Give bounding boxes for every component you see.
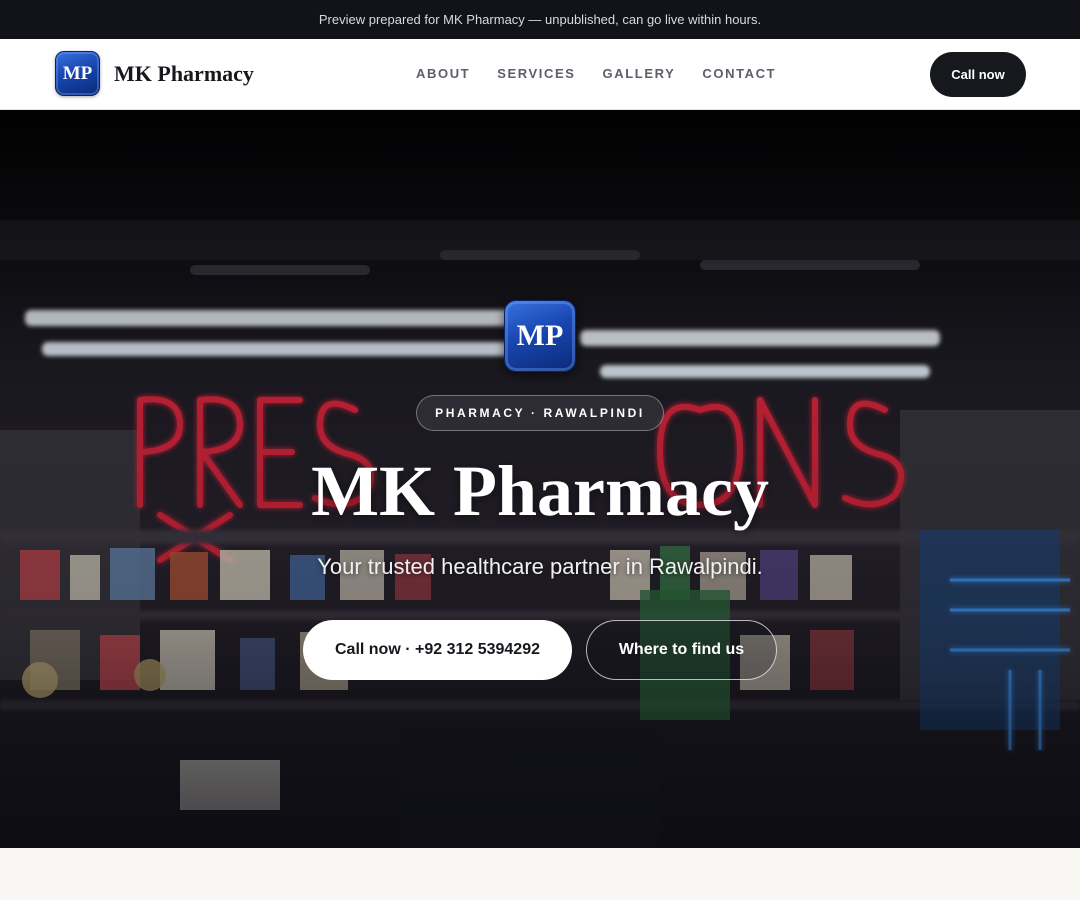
brand[interactable]: MP MK Pharmacy bbox=[55, 51, 254, 96]
brand-logo-text: MP bbox=[62, 62, 93, 84]
hero-eyebrow-text: PHARMACY · RAWALPINDI bbox=[435, 406, 645, 420]
hero-logo-text: MP bbox=[516, 319, 564, 352]
header-call-now-button[interactable]: Call now bbox=[930, 52, 1026, 97]
hero-section: MP PHARMACY · RAWALPINDI MK Pharmacy You… bbox=[0, 110, 1080, 848]
nav-link-services[interactable]: SERVICES bbox=[497, 66, 575, 81]
preview-banner: Preview prepared for MK Pharmacy — unpub… bbox=[0, 0, 1080, 39]
hero-call-now-button[interactable]: Call now · +92 312 5394292 bbox=[303, 620, 572, 680]
nav-link-contact[interactable]: CONTACT bbox=[702, 66, 776, 81]
hero-find-us-button[interactable]: Where to find us bbox=[586, 620, 777, 680]
nav-link-about[interactable]: ABOUT bbox=[416, 66, 470, 81]
brand-logo: MP bbox=[55, 51, 100, 96]
hero-logo: MP bbox=[504, 300, 576, 372]
hero-eyebrow-badge: PHARMACY · RAWALPINDI bbox=[416, 395, 664, 431]
site-header: MP MK Pharmacy ABOUT SERVICES GALLERY CO… bbox=[0, 39, 1080, 110]
brand-name: MK Pharmacy bbox=[114, 60, 254, 86]
hero-title: MK Pharmacy bbox=[311, 451, 769, 531]
main-nav: ABOUT SERVICES GALLERY CONTACT bbox=[416, 66, 776, 81]
nav-link-gallery[interactable]: GALLERY bbox=[603, 66, 676, 81]
next-section bbox=[0, 848, 1080, 900]
hero-subtitle: Your trusted healthcare partner in Rawal… bbox=[317, 554, 763, 579]
preview-banner-text: Preview prepared for MK Pharmacy — unpub… bbox=[318, 12, 762, 27]
